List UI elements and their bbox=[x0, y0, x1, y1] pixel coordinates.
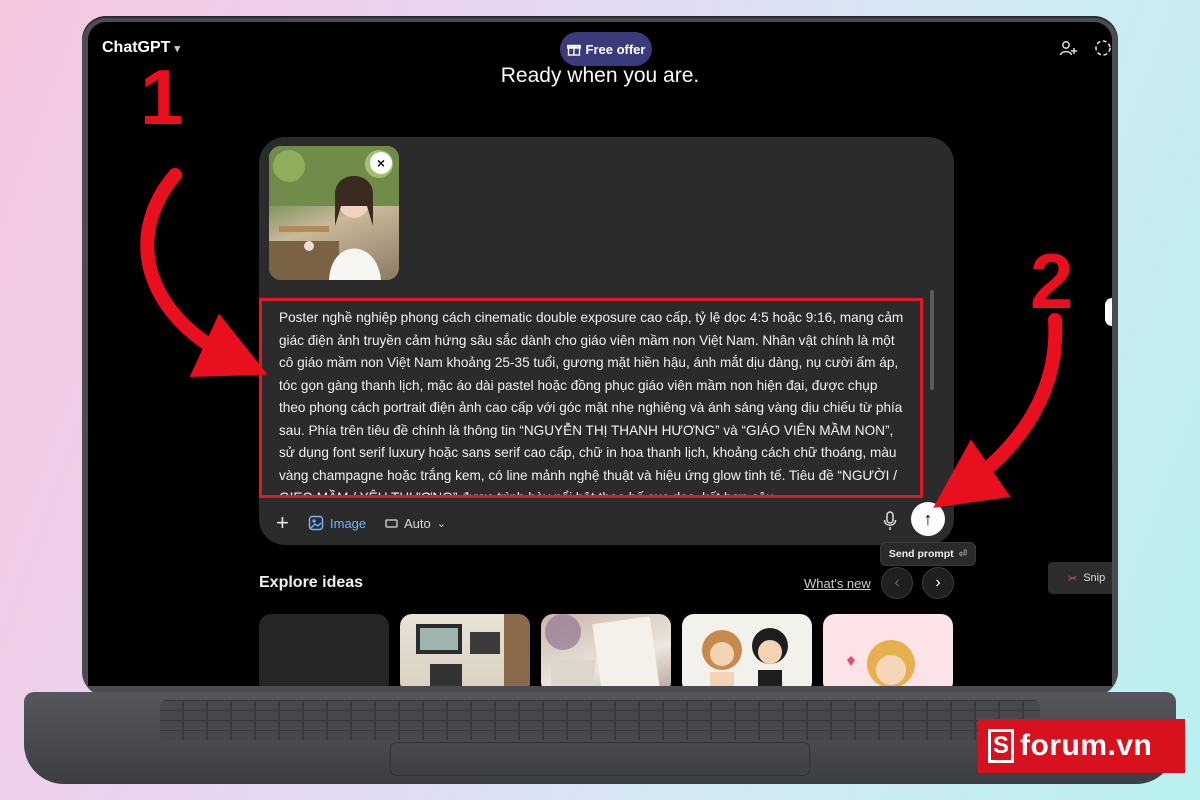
step-2-label: 2 bbox=[1030, 237, 1074, 325]
framed-picture-thumbnail bbox=[416, 614, 530, 686]
sforum-watermark: S forum.vn bbox=[978, 719, 1185, 773]
add-attachment-button[interactable]: + bbox=[276, 510, 289, 535]
idea-card[interactable] bbox=[400, 614, 530, 686]
laptop-trackpad bbox=[390, 742, 810, 776]
greeting-heading: Ready when you are. bbox=[500, 64, 700, 87]
idea-card[interactable] bbox=[541, 614, 671, 686]
prompt-text: Poster nghề nghiệp phong cách cinematic … bbox=[279, 310, 904, 498]
explore-ideas-title: Explore ideas bbox=[259, 574, 364, 591]
free-offer-label: Free offer bbox=[585, 41, 646, 57]
idea-card[interactable] bbox=[682, 614, 812, 686]
idea-card[interactable] bbox=[259, 614, 389, 686]
snip-label: Snip bbox=[1083, 572, 1106, 584]
free-offer-button[interactable]: Free offer bbox=[560, 32, 652, 66]
tooltip-label: Send prompt bbox=[888, 548, 954, 560]
chatgpt-screen: ChatGPT▾ Free offer Ready when you are. bbox=[88, 22, 1112, 686]
arrow-up-icon: ↑ bbox=[923, 509, 933, 529]
aspect-ratio-icon bbox=[385, 518, 398, 528]
remove-image-button[interactable]: × bbox=[370, 152, 392, 174]
chevron-down-icon: ⌄ bbox=[436, 517, 446, 530]
temporary-chat-icon[interactable] bbox=[1094, 39, 1112, 57]
add-user-icon[interactable] bbox=[1059, 39, 1077, 57]
sforum-text: forum.vn bbox=[1020, 729, 1153, 762]
scissors-icon: ✂ bbox=[1068, 572, 1078, 585]
send-prompt-tooltip: Send prompt ⏎ bbox=[880, 542, 976, 566]
cartoon-couple-thumbnail bbox=[702, 628, 788, 686]
prompt-scrollbar[interactable] bbox=[930, 290, 934, 390]
enter-key-icon: ⏎ bbox=[958, 548, 968, 560]
plus-icon: + bbox=[276, 510, 289, 535]
laptop-keyboard bbox=[160, 700, 1040, 740]
idea-card[interactable] bbox=[823, 614, 953, 686]
side-panel-handle[interactable] bbox=[1105, 298, 1112, 326]
model-mode-select[interactable]: Auto ⌄ bbox=[385, 511, 446, 535]
snip-tool-button[interactable]: ✂ Snip bbox=[1048, 562, 1112, 594]
prompt-textarea[interactable]: Poster nghề nghiệp phong cách cinematic … bbox=[259, 298, 923, 498]
image-tool-button[interactable]: Image bbox=[308, 511, 366, 535]
cartoon-character-thumbnail bbox=[847, 640, 915, 686]
sforum-logo-icon: S bbox=[988, 729, 1014, 763]
send-prompt-button[interactable]: ↑ bbox=[911, 502, 945, 536]
chevron-right-icon: › bbox=[935, 574, 941, 591]
carousel-next-button[interactable]: › bbox=[922, 567, 954, 599]
model-mode-label: Auto bbox=[404, 515, 431, 531]
image-tool-icon bbox=[308, 515, 324, 531]
close-icon: × bbox=[376, 155, 386, 171]
microphone-icon[interactable] bbox=[882, 509, 898, 533]
image-tool-label: Image bbox=[330, 515, 367, 531]
note-paper-thumbnail bbox=[545, 614, 660, 686]
whats-new-link[interactable]: What's new bbox=[804, 576, 871, 591]
carousel-prev-button[interactable]: ‹ bbox=[881, 567, 913, 599]
chevron-left-icon: ‹ bbox=[894, 574, 900, 591]
step-1-label: 1 bbox=[140, 53, 184, 141]
gift-icon bbox=[566, 44, 581, 56]
